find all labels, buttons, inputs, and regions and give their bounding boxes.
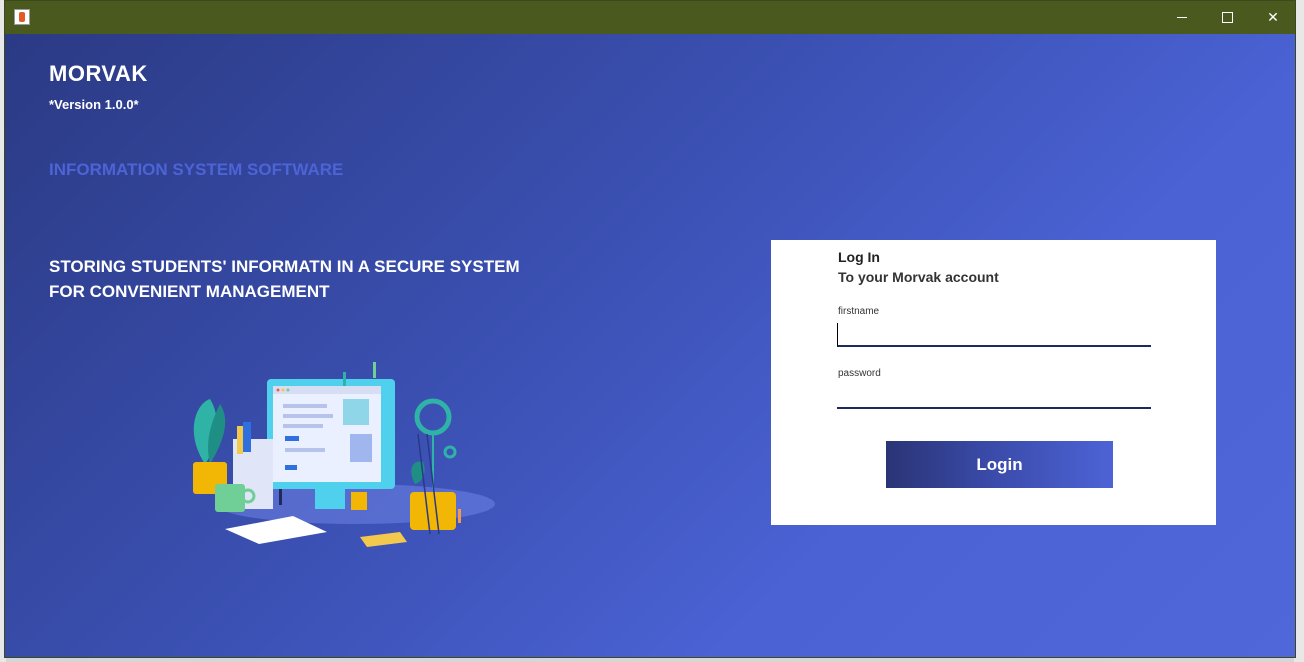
monitor-stand xyxy=(315,489,345,509)
tagline: STORING STUDENTS' INFORMATN IN A SECURE … xyxy=(49,254,569,304)
tagline-line-1: STORING STUDENTS' INFORMATN IN A SECURE … xyxy=(49,257,520,276)
login-subtitle: To your Morvak account xyxy=(838,269,999,285)
login-button[interactable]: Login xyxy=(886,441,1113,488)
ring-large xyxy=(414,398,452,436)
pot-right xyxy=(410,492,456,530)
main-panel: MORVAK *Version 1.0.0* INFORMATION SYSTE… xyxy=(5,34,1295,657)
tagline-line-2: FOR CONVENIENT MANAGEMENT xyxy=(49,282,330,301)
login-title: Log In xyxy=(838,249,880,265)
firstname-label: firstname xyxy=(838,306,880,317)
person-4 xyxy=(458,509,461,523)
version-label: *Version 1.0.0* xyxy=(49,97,139,112)
mug xyxy=(215,484,245,512)
brand-name: MORVAK xyxy=(49,61,148,86)
product-subtitle: INFORMATION SYSTEM SOFTWARE xyxy=(49,160,344,179)
maximize-button[interactable] xyxy=(1204,1,1250,34)
app-window: ✕ MORVAK *Version 1.0.0* INFORMATION SYS… xyxy=(4,0,1296,658)
title-bar[interactable]: ✕ xyxy=(5,1,1295,34)
close-button[interactable]: ✕ xyxy=(1250,1,1296,34)
java-app-icon[interactable] xyxy=(14,9,30,25)
workspace-illustration xyxy=(193,362,495,547)
login-card: Log In To your Morvak account firstname … xyxy=(771,240,1216,525)
person-1 xyxy=(343,372,346,386)
minimize-icon xyxy=(1177,17,1187,18)
person-3 xyxy=(279,489,282,505)
close-icon: ✕ xyxy=(1267,9,1279,26)
screen-panel-2 xyxy=(350,434,372,462)
password-input[interactable] xyxy=(837,385,1151,409)
person-2 xyxy=(373,362,376,378)
screen-panel-1 xyxy=(343,399,369,425)
password-label: password xyxy=(838,368,881,379)
minimize-button[interactable] xyxy=(1159,1,1205,34)
yellow-block-2 xyxy=(351,492,367,510)
firstname-input[interactable] xyxy=(837,323,1151,347)
yellow-block-1 xyxy=(360,532,407,547)
ring-small xyxy=(443,445,457,459)
maximize-icon xyxy=(1221,12,1233,23)
